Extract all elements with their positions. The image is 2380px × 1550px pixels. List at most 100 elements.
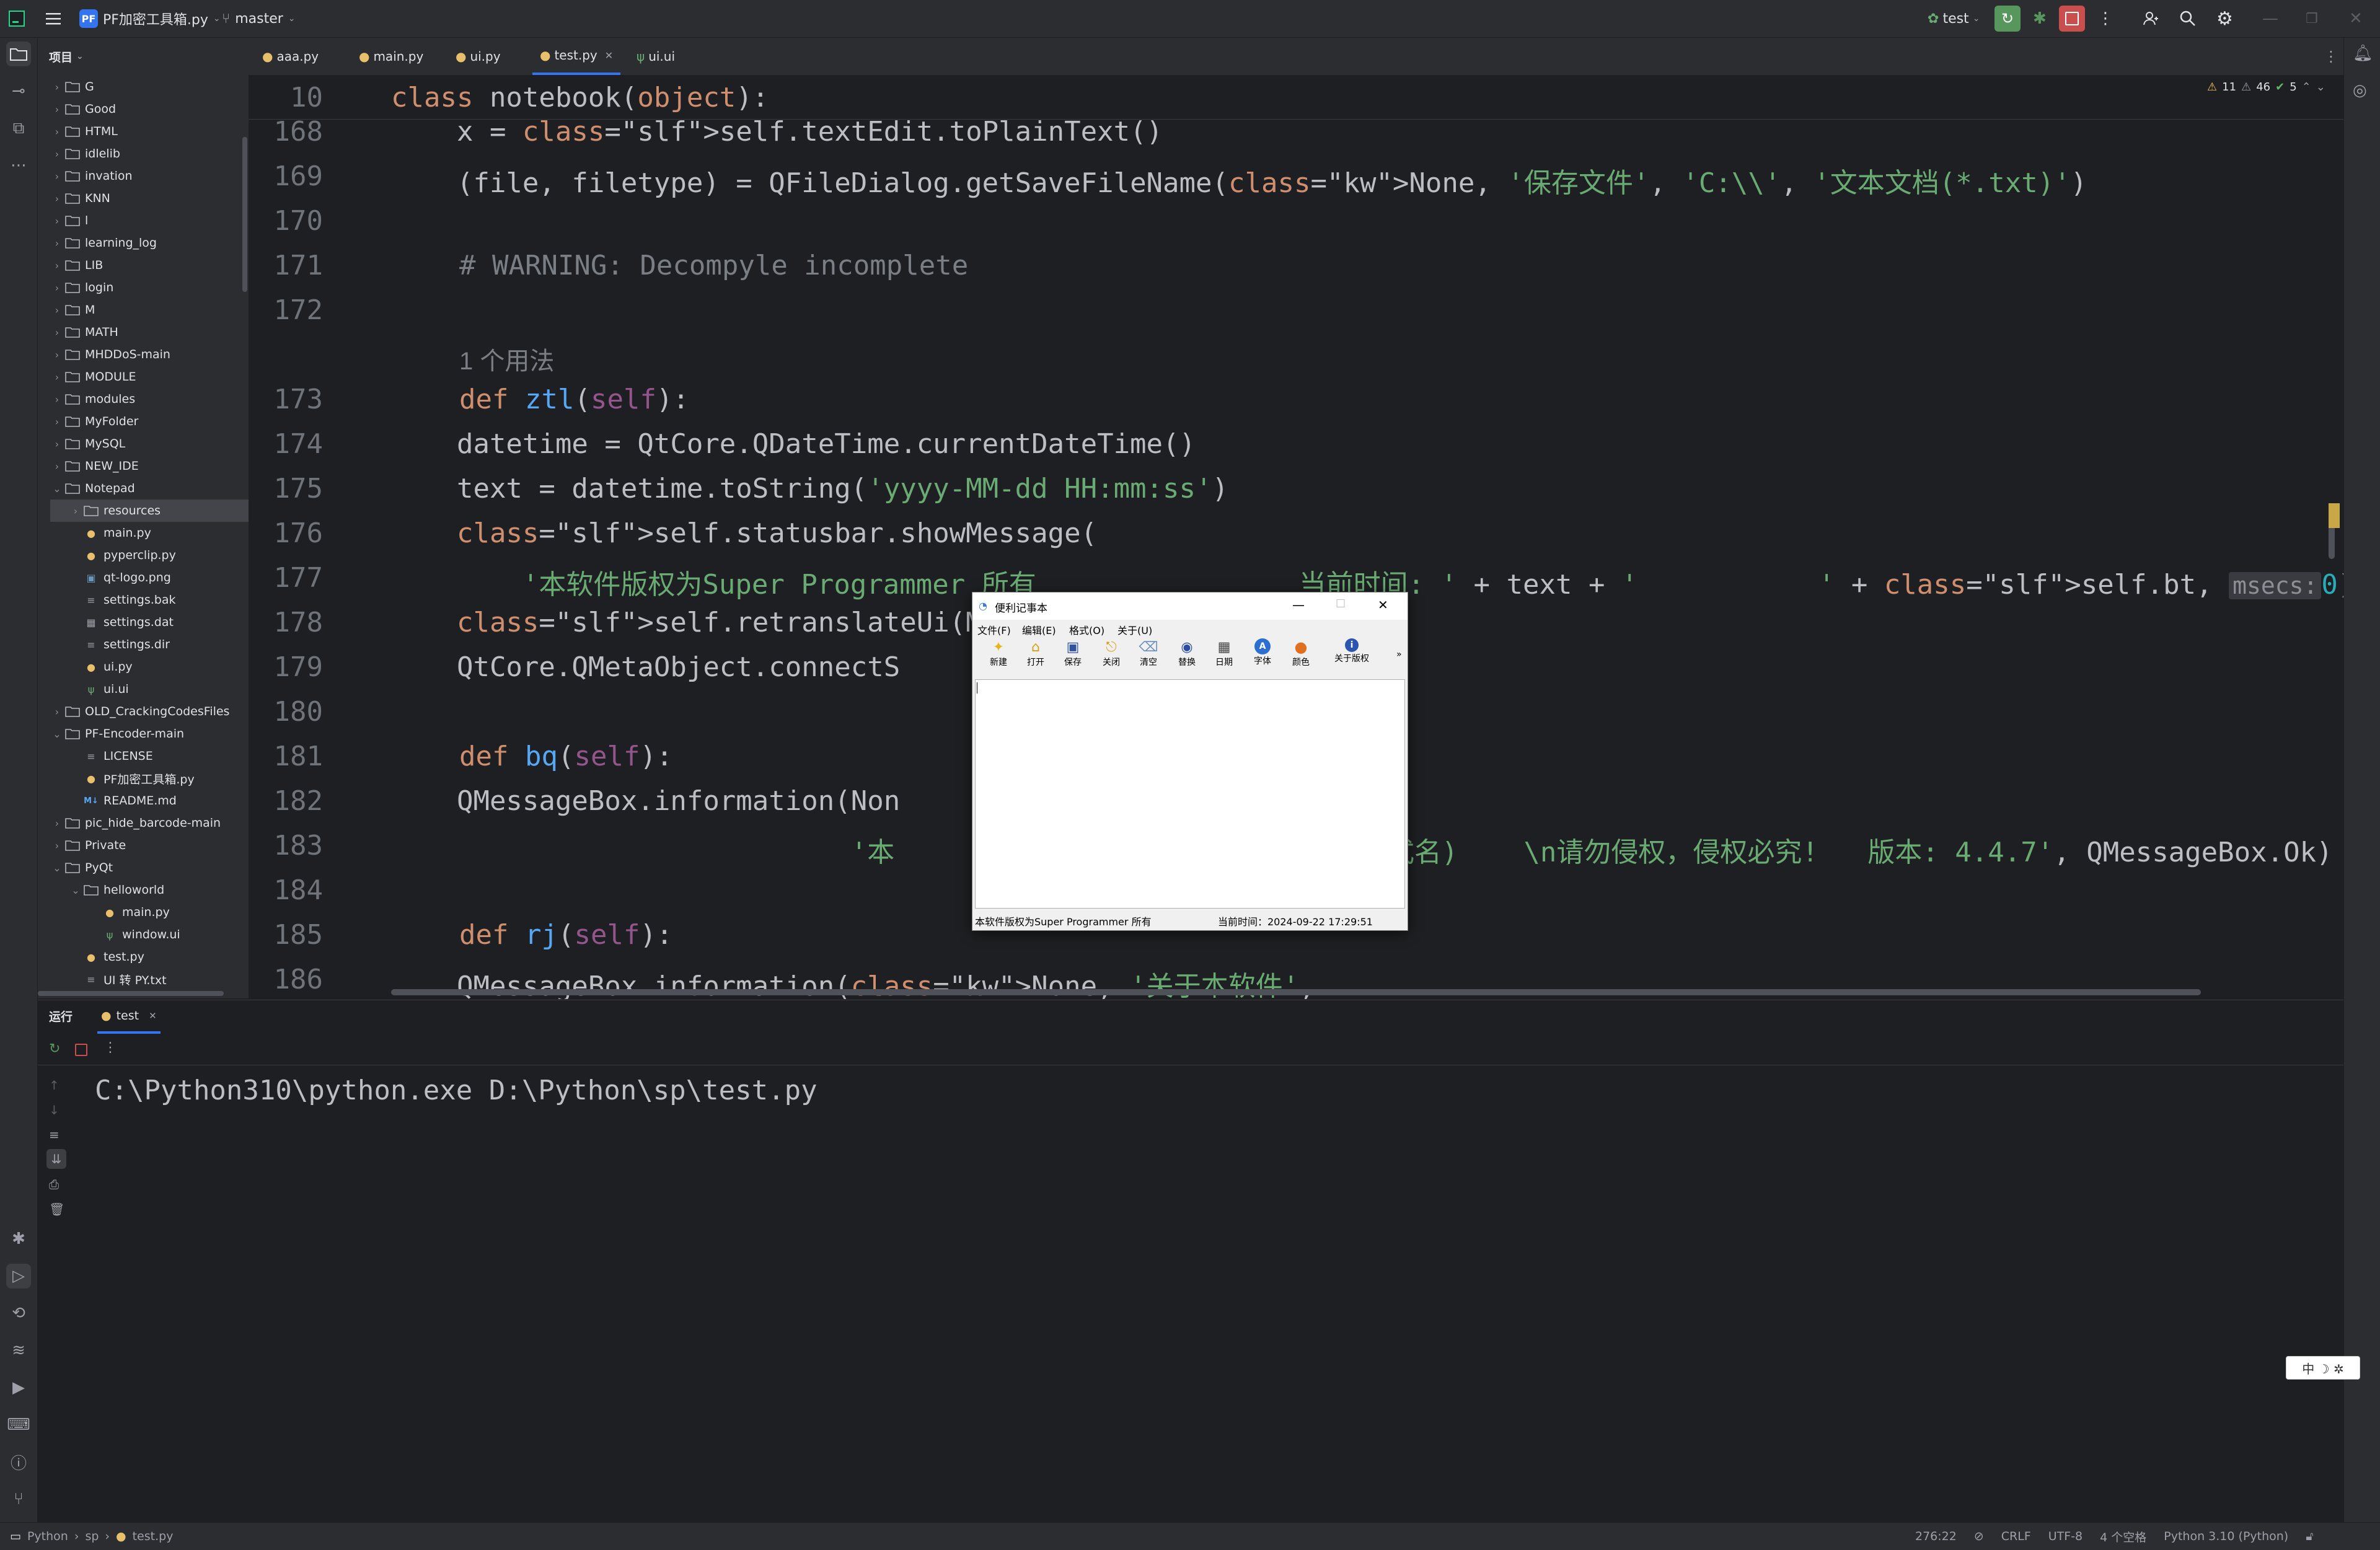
trash-icon[interactable]: 🗑︎ bbox=[49, 1202, 64, 1217]
chevron-right-icon[interactable]: › bbox=[50, 349, 64, 361]
tool-new-button[interactable]: ✦ 新建 bbox=[981, 638, 1016, 673]
indent-setting[interactable]: 4 个空格 bbox=[2100, 1528, 2146, 1545]
menu-format[interactable]: 格式(O) bbox=[1069, 622, 1104, 637]
commit-icon[interactable]: ⊸ bbox=[6, 79, 31, 103]
more-actions-icon[interactable]: ⋮ bbox=[2097, 0, 2113, 37]
tab-options-icon[interactable]: ⋮ bbox=[2316, 38, 2346, 75]
search-icon[interactable] bbox=[2179, 0, 2197, 37]
rerun-icon[interactable]: ↻ bbox=[49, 1041, 60, 1057]
chevron-right-icon[interactable]: › bbox=[50, 706, 64, 718]
chevron-right-icon[interactable]: › bbox=[50, 438, 64, 450]
arrow-up-icon[interactable]: ↑ bbox=[49, 1078, 60, 1093]
tree-h-scrollbar[interactable] bbox=[38, 991, 224, 996]
minimize-icon[interactable]: — bbox=[1292, 597, 1305, 612]
account-icon[interactable] bbox=[2142, 0, 2159, 37]
tree-folder[interactable]: › learning_log bbox=[50, 232, 249, 254]
tree-folder[interactable]: › G bbox=[50, 76, 249, 98]
tool-color-button[interactable]: ● 颜色 bbox=[1284, 638, 1318, 673]
tab-test-py[interactable]: ● test.py ✕ bbox=[532, 38, 621, 75]
chevron-down-icon[interactable]: ⌄ bbox=[50, 728, 64, 740]
tree-folder[interactable]: › idlelib bbox=[50, 143, 249, 165]
tree-file[interactable]: ● test.py bbox=[50, 946, 249, 968]
arrow-down-icon[interactable]: ↓ bbox=[49, 1103, 60, 1117]
more-tools-icon[interactable]: ⋯ bbox=[6, 153, 31, 178]
chevron-right-icon[interactable]: › bbox=[50, 148, 64, 160]
minimize-icon[interactable]: — bbox=[2262, 0, 2278, 37]
tool-clear-button[interactable]: ⌫ 清空 bbox=[1131, 638, 1166, 673]
chevron-right-icon[interactable]: › bbox=[69, 505, 82, 517]
file-encoding[interactable]: UTF-8 bbox=[2048, 1530, 2082, 1543]
project-panel-header[interactable]: 项目 ⌄ bbox=[49, 38, 84, 75]
tool-copyright-button[interactable]: i 关于版权 bbox=[1327, 638, 1377, 673]
chevron-right-icon[interactable]: › bbox=[50, 81, 64, 93]
chevron-up-icon[interactable]: ⌃ bbox=[2302, 81, 2311, 94]
notifications-bell-icon[interactable]: 🔔︎ bbox=[2353, 44, 2373, 63]
tree-file[interactable]: ● PF加密工具箱.py bbox=[50, 767, 249, 790]
tree-folder[interactable]: › HTML bbox=[50, 120, 249, 143]
run-config-selector[interactable]: ✿ test ⌄ bbox=[1928, 0, 1980, 37]
tree-file[interactable]: ● main.py bbox=[50, 522, 249, 544]
chevron-right-icon[interactable]: › bbox=[50, 215, 64, 227]
tree-folder[interactable]: › OLD_CrackingCodesFiles bbox=[50, 700, 249, 723]
terminal-icon[interactable]: ⌨ bbox=[6, 1412, 31, 1437]
git-icon[interactable]: ⑂ bbox=[6, 1487, 31, 1512]
console-output[interactable]: C:\Python310\python.exe D:\Python\sp\tes… bbox=[95, 1075, 818, 1106]
chevron-right-icon[interactable]: › bbox=[50, 840, 64, 852]
debug-tool-icon[interactable]: ✱ bbox=[6, 1226, 31, 1251]
structure-icon[interactable]: ⧉ bbox=[6, 116, 31, 141]
tree-folder[interactable]: ⌄ Notepad bbox=[50, 477, 249, 500]
run-tool-icon[interactable]: ▷ bbox=[6, 1264, 31, 1288]
chevron-down-icon[interactable]: ⌄ bbox=[69, 884, 82, 896]
project-widget[interactable]: PF PF加密工具箱.py ⌄ bbox=[79, 0, 221, 37]
chevron-right-icon[interactable]: › bbox=[50, 460, 64, 472]
close-tab-icon[interactable]: ✕ bbox=[149, 1010, 157, 1021]
chevron-right-icon[interactable]: › bbox=[50, 237, 64, 249]
chevron-right-icon[interactable]: › bbox=[50, 103, 64, 115]
menu-about[interactable]: 关于(U) bbox=[1117, 622, 1152, 637]
tree-folder[interactable]: › M bbox=[50, 299, 249, 321]
tree-folder[interactable]: › pic_hide_barcode-main bbox=[50, 812, 249, 834]
layers-icon[interactable]: ≋ bbox=[6, 1338, 31, 1363]
tree-folder[interactable]: › MATH bbox=[50, 321, 249, 343]
chevron-down-icon[interactable]: ⌄ bbox=[50, 862, 64, 874]
chevron-right-icon[interactable]: › bbox=[50, 304, 64, 316]
tree-file[interactable]: ● ui.py bbox=[50, 656, 249, 678]
tool-font-button[interactable]: A 字体 bbox=[1245, 638, 1280, 673]
tree-folder[interactable]: › MODULE bbox=[50, 366, 249, 388]
tree-folder[interactable]: › KNN bbox=[50, 187, 249, 209]
menu-file[interactable]: 文件(F) bbox=[977, 622, 1011, 637]
notepad-window[interactable]: ◔ 便利记事本 — ☐ ✕ 文件(F) 编辑(E) 格式(O) 关于(U) ✦ 新… bbox=[972, 592, 1408, 931]
tree-folder[interactable]: › Private bbox=[50, 834, 249, 856]
stop-icon[interactable] bbox=[75, 1044, 87, 1056]
close-tab-icon[interactable]: ✕ bbox=[605, 50, 613, 61]
problems-icon[interactable]: ⓘ bbox=[6, 1450, 31, 1474]
tree-folder[interactable]: › invation bbox=[50, 165, 249, 187]
tree-folder[interactable]: › MyFolder bbox=[50, 410, 249, 433]
close-window-icon[interactable]: ✕ bbox=[2349, 0, 2363, 37]
ai-assistant-icon[interactable]: ◎ bbox=[2353, 81, 2367, 100]
maximize-icon[interactable]: ☐ bbox=[1336, 597, 1346, 610]
tree-folder[interactable]: ⌄ helloworld bbox=[50, 879, 249, 901]
breadcrumb-item[interactable]: sp bbox=[85, 1530, 99, 1543]
chevron-right-icon[interactable]: › bbox=[50, 170, 64, 182]
tool-close-button[interactable]: ⎋ 关闭 bbox=[1094, 638, 1129, 673]
tree-folder[interactable]: › l bbox=[50, 209, 249, 232]
maximize-icon[interactable]: ❐ bbox=[2306, 0, 2318, 37]
usages-hint[interactable]: 1 个用法 bbox=[459, 341, 554, 377]
tab-aaa-py[interactable]: ● aaa.py bbox=[255, 38, 326, 75]
tool-save-button[interactable]: ▣ 保存 bbox=[1056, 638, 1090, 673]
tab-main-py[interactable]: ● main.py bbox=[351, 38, 431, 75]
rerun-button[interactable]: ↻ bbox=[1994, 0, 2021, 37]
tree-file[interactable]: ● main.py bbox=[50, 901, 249, 923]
python-packages-icon[interactable]: ⟲ bbox=[6, 1301, 31, 1326]
interpreter-selector[interactable]: Python 3.10 (Python) bbox=[2164, 1530, 2288, 1543]
tool-date-button[interactable]: ▦ 日期 bbox=[1207, 638, 1241, 673]
breadcrumb-item[interactable]: test.py bbox=[133, 1530, 174, 1543]
chevron-right-icon[interactable]: › bbox=[50, 126, 64, 138]
tree-file[interactable]: ▣ qt-logo.png bbox=[50, 566, 249, 589]
chevron-right-icon[interactable]: › bbox=[50, 416, 64, 428]
tab-ui-py[interactable]: ● ui.py bbox=[448, 38, 508, 75]
chevron-down-icon[interactable]: ⌄ bbox=[50, 483, 64, 495]
chevron-down-icon[interactable]: ⌄ bbox=[2316, 81, 2325, 94]
debug-icon[interactable]: ✱ bbox=[2033, 0, 2047, 37]
